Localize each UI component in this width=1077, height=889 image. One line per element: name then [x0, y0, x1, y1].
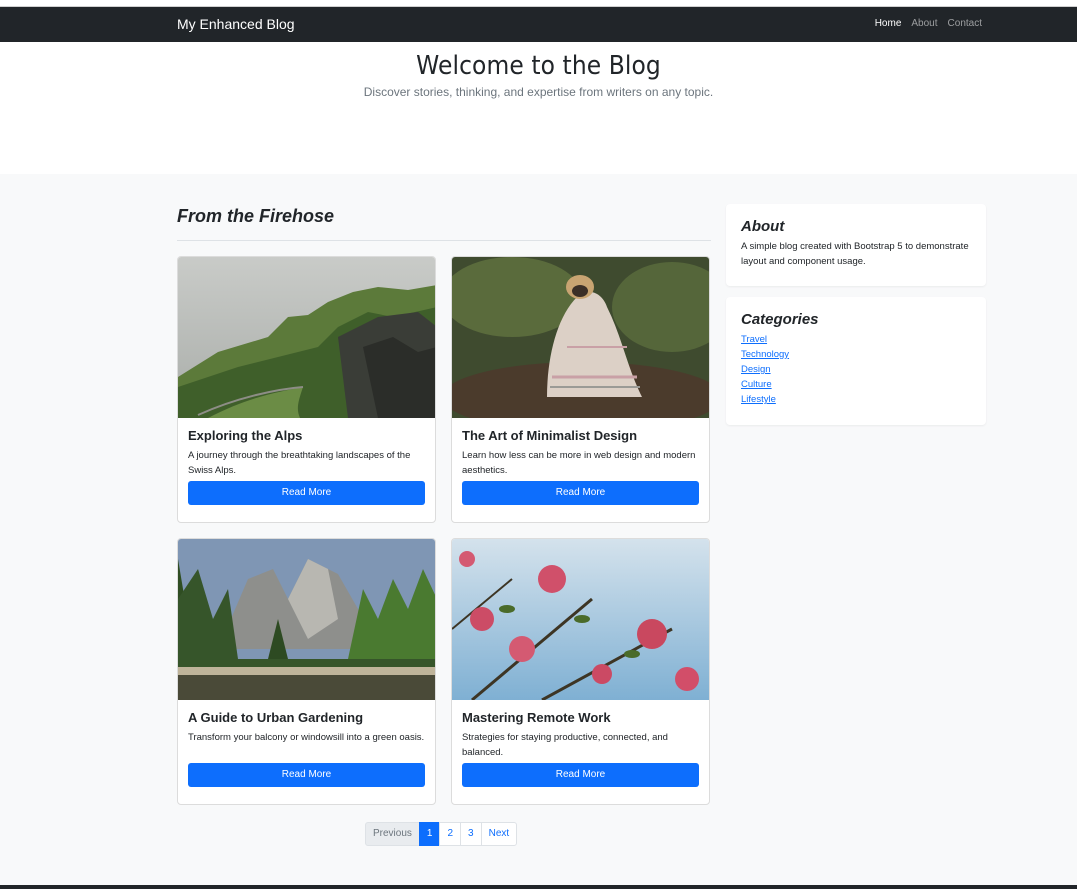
- post-excerpt: Learn how less can be more in web design…: [462, 450, 696, 476]
- section-title: From the Firehose: [177, 206, 335, 226]
- post-excerpt: Strategies for staying productive, conne…: [462, 732, 668, 758]
- hero-subtitle: Discover stories, thinking, and expertis…: [363, 85, 714, 99]
- category-link-travel[interactable]: Travel: [741, 332, 971, 347]
- pagination: Previous 1 2 3 Next: [365, 822, 518, 846]
- nav-link-about[interactable]: About: [911, 18, 937, 29]
- post-title: The Art of Minimalist Design: [462, 428, 638, 443]
- about-title: About: [741, 218, 785, 235]
- pagination-page-2[interactable]: 2: [439, 822, 462, 846]
- categories-widget: Categories Travel Technology Design Cult…: [726, 297, 986, 425]
- about-text: A simple blog created with Bootstrap 5 t…: [741, 241, 969, 267]
- post-card: The Art of Minimalist Design Learn how l…: [451, 256, 710, 523]
- category-link-design[interactable]: Design: [741, 362, 971, 377]
- about-widget: About A simple blog created with Bootstr…: [726, 204, 986, 286]
- pagination-previous[interactable]: Previous: [365, 822, 420, 846]
- post-image-pug: [452, 257, 709, 418]
- post-card: Exploring the Alps A journey through the…: [177, 256, 436, 523]
- category-link-lifestyle[interactable]: Lifestyle: [741, 392, 971, 407]
- read-more-button[interactable]: Read More: [462, 763, 699, 787]
- nav-link-home[interactable]: Home: [875, 18, 902, 29]
- nav-link-contact[interactable]: Contact: [948, 18, 982, 29]
- nav-links: Home About Contact: [875, 18, 982, 29]
- brand-link[interactable]: My Enhanced Blog: [177, 16, 295, 32]
- pagination-next[interactable]: Next: [480, 822, 518, 846]
- post-image-mountain: [178, 257, 435, 418]
- hero-title: Welcome to the Blog: [416, 51, 661, 81]
- post-excerpt: Transform your balcony or windowsill int…: [188, 732, 425, 743]
- category-link-culture[interactable]: Culture: [741, 377, 971, 392]
- section-divider: [177, 240, 711, 241]
- post-excerpt: A journey through the breathtaking lands…: [188, 450, 411, 476]
- category-link-technology[interactable]: Technology: [741, 347, 971, 362]
- read-more-button[interactable]: Read More: [188, 763, 425, 787]
- post-card: A Guide to Urban Gardening Transform you…: [177, 538, 436, 805]
- window-top-edge: [0, 0, 1077, 7]
- footer-edge: [0, 885, 1077, 889]
- categories-title: Categories: [741, 311, 819, 328]
- read-more-button[interactable]: Read More: [188, 481, 425, 505]
- category-list: Travel Technology Design Culture Lifesty…: [741, 332, 971, 407]
- navbar: My Enhanced Blog Home About Contact: [0, 7, 1077, 42]
- post-image-flowers: [452, 539, 709, 700]
- hero: Welcome to the Blog Discover stories, th…: [0, 42, 1077, 174]
- pagination-page-1[interactable]: 1: [418, 822, 441, 846]
- post-card: Mastering Remote Work Strategies for sta…: [451, 538, 710, 805]
- post-title: Exploring the Alps: [188, 428, 303, 443]
- main-content: From the Firehose Exploring the Alps A j…: [0, 174, 1077, 886]
- post-title: A Guide to Urban Gardening: [188, 710, 364, 725]
- post-title: Mastering Remote Work: [462, 710, 611, 725]
- pagination-page-3[interactable]: 3: [460, 822, 482, 846]
- post-image-forest: [178, 539, 435, 700]
- read-more-button[interactable]: Read More: [462, 481, 699, 505]
